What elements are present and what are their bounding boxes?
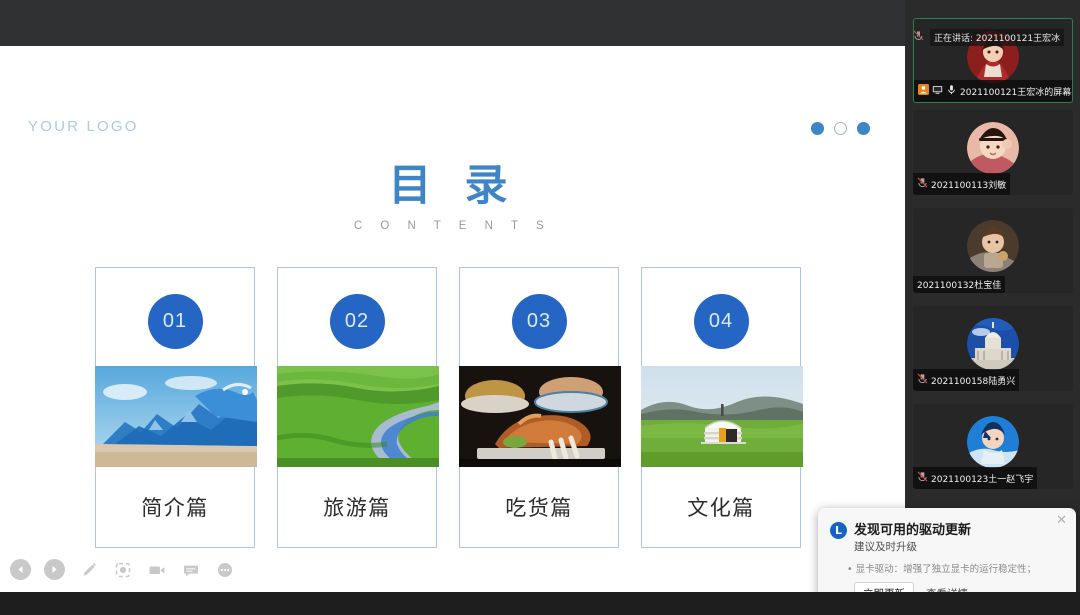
- tile-name: 2021100113刘敏: [931, 180, 1007, 191]
- notification-subtitle: 建议及时升级: [854, 541, 917, 553]
- child-eating-photo-avatar: [967, 220, 1019, 272]
- slide-logo: YOUR LOGO: [28, 118, 139, 135]
- participant-tile[interactable]: 2021100113刘敏: [913, 110, 1073, 195]
- pager-dot-2[interactable]: [834, 122, 847, 135]
- card-number-badge: 04: [693, 294, 749, 349]
- participants-icon: [918, 82, 929, 100]
- tile-name: 2021100158陆勇兴: [931, 376, 1016, 387]
- muted-microphone-icon: [917, 371, 928, 389]
- slide-title-block: 目 录 C O N T E N T S: [0, 161, 905, 233]
- card-number-badge: 02: [329, 294, 385, 349]
- more-options-icon[interactable]: [214, 559, 235, 580]
- slide-pager[interactable]: [811, 122, 870, 135]
- card-label: 旅游篇: [323, 496, 391, 520]
- card-number-badge: 03: [511, 294, 567, 349]
- child-photo-avatar: [967, 122, 1019, 174]
- grassland-river-image: [277, 366, 439, 467]
- chat-icon[interactable]: [180, 559, 201, 580]
- muted-microphone-icon: [917, 469, 928, 487]
- notification-title: 发现可用的驱动更新: [854, 523, 972, 538]
- capitol-building-avatar: [967, 318, 1019, 370]
- tile-label: 2021100123土一赵飞宇: [913, 467, 1038, 489]
- mongolian-yurt-image: [641, 366, 803, 467]
- desktop-taskbar: [0, 592, 1080, 615]
- presenter-toolbar[interactable]: [10, 559, 235, 580]
- tile-name: 2021100121王宏冰的屏幕共享: [960, 87, 1072, 98]
- contents-card[interactable]: 04 文化篇: [641, 267, 803, 548]
- screen-share-icon: [932, 82, 943, 100]
- close-icon[interactable]: ✕: [1056, 513, 1067, 528]
- notification-detail: • 显卡驱动：增强了独立显卡的运行稳定性；: [847, 564, 1037, 575]
- speaker-microphone-icon: [913, 28, 924, 46]
- contents-card[interactable]: 01 简介篇: [95, 267, 257, 548]
- tile-label: 2021100132杜宝佳: [913, 276, 1006, 293]
- contents-card-row: 01 简介篇 02 旅游篇 03 吃货篇 04 文化篇: [95, 267, 803, 548]
- contents-card[interactable]: 03 吃货篇: [459, 267, 621, 548]
- tile-name: 2021100132杜宝佳: [917, 281, 1002, 291]
- speaking-indicator: 正在讲话: 2021100121王宏冰: [913, 28, 1065, 46]
- slide-title-en: C O N T E N T S: [353, 220, 552, 233]
- tile-name: 2021100123土一赵飞宇: [931, 474, 1034, 485]
- play-slide-icon[interactable]: [44, 559, 65, 580]
- muted-microphone-icon: [917, 175, 928, 193]
- laser-pointer-icon[interactable]: [112, 559, 133, 580]
- card-label: 简介篇: [141, 496, 209, 520]
- blue-dragon-sculpture-image: [95, 366, 257, 467]
- speaking-text: 正在讲话: 2021100121王宏冰: [930, 28, 1065, 46]
- card-number-badge: 01: [147, 294, 203, 349]
- participant-tile[interactable]: 2021100132杜宝佳: [913, 208, 1073, 293]
- screen-root: YOUR LOGO 目 录 C O N T E N T S 01 简介篇 02 …: [0, 0, 1080, 615]
- blue-anime-boy-avatar: [967, 416, 1019, 468]
- tile-label: 2021100113刘敏: [913, 173, 1011, 195]
- driver-update-notification[interactable]: L 发现可用的驱动更新 建议及时升级 • 显卡驱动：增强了独立显卡的运行稳定性；…: [818, 508, 1076, 605]
- tile-label: 2021100121王宏冰的屏幕共享: [914, 80, 1072, 102]
- pen-annotate-icon[interactable]: [78, 559, 99, 580]
- contents-card[interactable]: 02 旅游篇: [277, 267, 439, 548]
- microphone-icon: [946, 82, 957, 100]
- pager-dot-3[interactable]: [857, 122, 870, 135]
- pager-dot-1[interactable]: [811, 122, 824, 135]
- card-label: 吃货篇: [505, 496, 573, 520]
- top-dark-strip: [0, 0, 905, 46]
- participant-tile[interactable]: 2021100123土一赵飞宇: [913, 404, 1073, 489]
- slide-title-cn: 目 录: [388, 161, 517, 211]
- lenovo-app-icon: L: [830, 522, 847, 539]
- participant-tile[interactable]: 2021100158陆勇兴: [913, 306, 1073, 391]
- roast-lamb-ribs-image: [459, 366, 621, 467]
- card-label: 文化篇: [687, 496, 755, 520]
- video-camera-icon[interactable]: [146, 559, 167, 580]
- shared-slide[interactable]: YOUR LOGO 目 录 C O N T E N T S 01 简介篇 02 …: [0, 46, 905, 592]
- previous-slide-icon[interactable]: [10, 559, 31, 580]
- tile-label: 2021100158陆勇兴: [913, 369, 1020, 391]
